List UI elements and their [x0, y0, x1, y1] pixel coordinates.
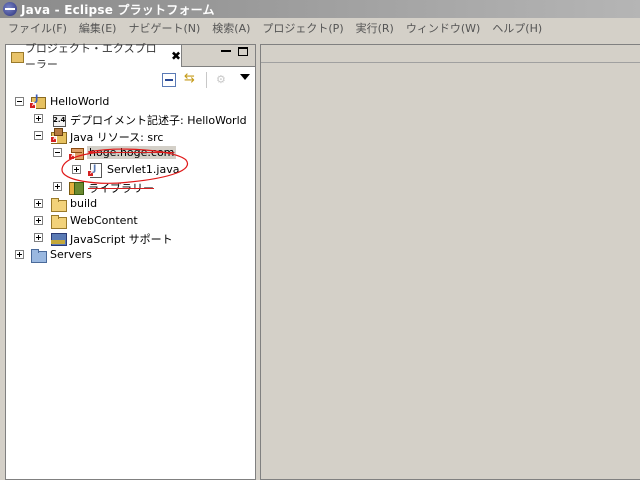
menu-search[interactable]: 検索(A) [206, 20, 256, 36]
tree-item-webcontent[interactable]: WebContent [6, 212, 255, 229]
menu-run[interactable]: 実行(R) [350, 20, 400, 36]
menu-project[interactable]: プロジェクト(P) [256, 20, 349, 36]
filter-icon[interactable]: ⚙ [216, 73, 230, 87]
project-explorer-icon [10, 50, 24, 63]
expand-toggle[interactable] [15, 250, 24, 259]
window-title: Java - Eclipse プラットフォーム [21, 2, 215, 17]
tree-item-servlet[interactable]: Servlet1.java [6, 161, 255, 178]
tree-item-java-resources[interactable]: Java リソース: src [6, 127, 255, 144]
minimize-icon[interactable] [221, 50, 231, 52]
eclipse-icon [3, 2, 17, 16]
tree-label: Servers [50, 248, 92, 261]
view-menu-icon[interactable] [240, 74, 250, 80]
error-badge-icon [87, 168, 95, 177]
package-icon [68, 145, 84, 160]
tree-label: ライブラリー [88, 182, 154, 195]
menu-bar: ファイル(F) 編集(E) ナビゲート(N) 検索(A) プロジェクト(P) 実… [0, 18, 640, 38]
menu-edit[interactable]: 編集(E) [73, 20, 123, 36]
project-explorer-view: プロジェクト・エクスプローラー ✖ ⚙ HelloWorld デプロイメント記述… [5, 42, 256, 480]
menu-navigate[interactable]: ナビゲート(N) [122, 20, 206, 36]
tree-item-servers[interactable]: Servers [6, 246, 255, 263]
java-resources-icon [50, 128, 67, 144]
tree-label: build [70, 197, 98, 210]
library-icon [68, 179, 84, 195]
tree-item-helloworld[interactable]: HelloWorld [6, 93, 255, 110]
folder-icon [50, 196, 67, 212]
menu-help[interactable]: ヘルプ(H) [486, 20, 548, 36]
tree-label: Java リソース: src [70, 131, 164, 144]
deployment-descriptor-icon [50, 111, 66, 127]
web-project-icon [29, 94, 46, 109]
expand-toggle[interactable] [72, 165, 81, 174]
menu-file[interactable]: ファイル(F) [2, 20, 73, 36]
link-with-editor-icon[interactable] [184, 71, 198, 87]
tree-item-package[interactable]: hoge.hoge.com [6, 144, 255, 161]
view-tab-strip: プロジェクト・エクスプローラー ✖ [6, 42, 255, 71]
expand-toggle[interactable] [34, 216, 43, 225]
servers-folder-icon [30, 247, 47, 263]
close-icon[interactable]: ✖ [171, 49, 181, 63]
error-badge-icon [50, 134, 58, 143]
javascript-library-icon [50, 230, 67, 246]
tree-label: hoge.hoge.com [87, 146, 177, 159]
editor-tab-strip [261, 45, 640, 63]
tab-project-explorer[interactable]: プロジェクト・エクスプローラー ✖ [6, 42, 182, 71]
collapse-toggle[interactable] [34, 131, 43, 140]
error-badge-icon [29, 100, 37, 109]
tree-label: WebContent [70, 214, 138, 227]
tree-item-javascript-support[interactable]: JavaScript サポート [6, 229, 255, 246]
toolbar-separator [206, 72, 207, 88]
menu-window[interactable]: ウィンドウ(W) [400, 20, 486, 36]
tree-label: JavaScript サポート [70, 233, 173, 246]
folder-icon [50, 213, 67, 229]
tree-label: HelloWorld [50, 95, 110, 108]
tree-label: Servlet1.java [107, 163, 180, 176]
tree-label: デプロイメント記述子: HelloWorld [70, 114, 247, 127]
expand-toggle[interactable] [53, 182, 62, 191]
expand-toggle[interactable] [34, 114, 43, 123]
view-toolbar: ⚙ [6, 68, 255, 92]
title-bar: Java - Eclipse プラットフォーム [0, 0, 640, 18]
tree-item-build[interactable]: build [6, 195, 255, 212]
collapse-toggle[interactable] [15, 97, 24, 106]
expand-toggle[interactable] [34, 199, 43, 208]
java-file-icon [87, 162, 103, 178]
tree-item-libraries[interactable]: ライブラリー [6, 178, 255, 195]
collapse-toggle[interactable] [53, 148, 62, 157]
collapse-all-icon[interactable] [162, 73, 176, 87]
expand-toggle[interactable] [34, 233, 43, 242]
editor-area [260, 44, 640, 480]
maximize-icon[interactable] [238, 47, 248, 56]
tree-item-deploy-descriptor[interactable]: デプロイメント記述子: HelloWorld [6, 110, 255, 127]
error-badge-icon [68, 151, 76, 160]
